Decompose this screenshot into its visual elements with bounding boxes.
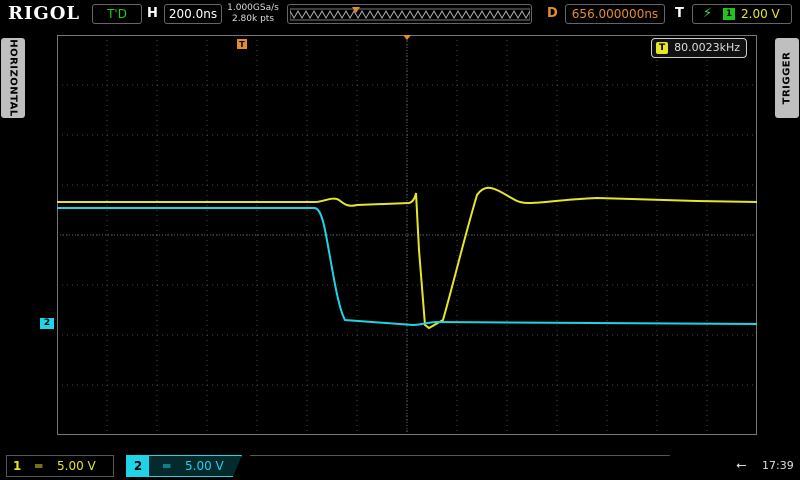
frequency-value: 80.0023kHz [674,41,740,54]
channel-2-tab[interactable]: 2 ═ 5.00 V [126,455,242,477]
acquisition-info: 1.000GSa/s 2.80k pts [227,3,279,25]
trigger-source-badge: 1 [723,8,735,20]
channel-2-scale: 5.00 V [185,459,224,473]
waveform-display[interactable]: T T 80.0023kHz [57,35,758,435]
frequency-counter[interactable]: T 80.0023kHz [651,38,747,58]
rising-edge-icon: ⚡ [703,6,713,21]
brand-logo: RIGOL [8,3,81,24]
ch2-offset-marker[interactable]: 2 [40,318,54,329]
horizontal-menu-tab[interactable]: HORIZONTAL [1,38,25,118]
trigger-level: 2.00 V [741,7,780,21]
trigger-tab-label: TRIGGER [781,51,793,105]
channel-2-number: 2 [127,456,149,476]
memory-depth: 2.80k pts [231,14,275,24]
timebase-label: H [147,6,158,21]
dc-coupling-icon: ═ [163,459,171,473]
sample-rate: 1.000GSa/s [227,3,279,13]
channel-1-tab[interactable]: 1 ═ 5.00 V [6,455,114,477]
top-status-bar: RIGOL T'D H 200.0ns 1.000GSa/s 2.80k pts… [0,0,800,30]
frequency-source-badge: T [656,42,669,54]
usb-icon: ⭠ [736,458,747,473]
timebase-value[interactable]: 200.0ns [164,4,222,24]
memory-overview-bar[interactable] [287,4,532,24]
horizontal-tab-label: HORIZONTAL [7,39,19,117]
delay-value[interactable]: 656.000000ns [565,4,665,24]
menu-strip [250,455,670,477]
run-mode-indicator[interactable]: T'D [92,4,142,24]
clock: 17:39 [762,459,794,472]
channel-1-number: 1 [13,459,22,473]
memory-waveform-icon [290,7,530,21]
bottom-channel-bar: 1 ═ 5.00 V 2 ═ 5.00 V ⭠ 17:39 [0,453,800,480]
trigger-center-marker-icon [403,35,411,40]
graticule-and-waveforms: T [57,35,758,435]
trigger-settings[interactable]: ⚡ 1 2.00 V [692,4,792,24]
trigger-menu-tab[interactable]: TRIGGER [775,38,799,118]
svg-text:T: T [239,40,245,49]
channel-1-scale: 5.00 V [57,459,96,473]
delay-label: D [547,6,558,21]
dc-coupling-icon: ═ [35,459,43,473]
horizontal-position-marker-icon: T [237,39,247,49]
trigger-label: T [675,6,684,21]
